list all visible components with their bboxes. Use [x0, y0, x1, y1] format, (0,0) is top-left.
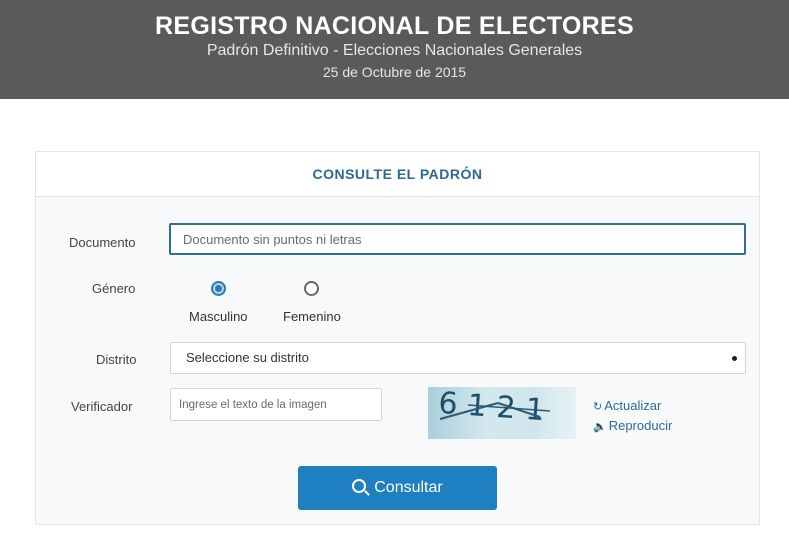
refresh-label: Actualizar	[604, 398, 662, 413]
captcha-refresh-link[interactable]: ↻ Actualizar	[593, 398, 661, 413]
page-title: REGISTRO NACIONAL DE ELECTORES	[155, 12, 634, 40]
page-subtitle: Padrón Definitivo - Elecciones Nacionale…	[206, 42, 583, 59]
masculino-radio[interactable]	[211, 281, 226, 296]
distrito-select[interactable]: Seleccione su distrito	[170, 342, 746, 374]
distrito-label: Distrito	[96, 352, 137, 367]
consultar-label: Consultar	[374, 479, 443, 496]
masculino-label: Masculino	[189, 309, 248, 324]
distrito-selected-value: Seleccione su distrito	[186, 350, 309, 365]
documento-input[interactable]	[169, 223, 746, 255]
speaker-icon: 🔈	[593, 421, 607, 433]
refresh-icon: ↻	[593, 401, 603, 413]
audio-label: Reproducir	[608, 418, 673, 433]
captcha-image: 6121	[428, 387, 576, 439]
verificador-label: Verificador	[71, 399, 133, 414]
consultar-button[interactable]: Consultar	[298, 466, 497, 510]
genero-label: Género	[92, 281, 136, 296]
captcha-characters: 6121	[437, 387, 556, 429]
verificador-input[interactable]	[170, 388, 382, 421]
captcha-audio-link[interactable]: 🔈 Reproducir	[593, 418, 672, 433]
femenino-label: Femenino	[283, 309, 341, 324]
captcha-text-graphic: 6121	[437, 387, 556, 429]
form-heading: CONSULTE EL PADRÓN	[36, 152, 759, 197]
dropdown-caret-icon	[732, 356, 737, 361]
documento-label: Documento	[69, 235, 136, 250]
femenino-radio[interactable]	[304, 281, 319, 296]
search-icon	[352, 479, 367, 493]
election-date: 25 de Octubre de 2015	[322, 64, 467, 80]
page-header: REGISTRO NACIONAL DE ELECTORES Padrón De…	[0, 0, 789, 99]
